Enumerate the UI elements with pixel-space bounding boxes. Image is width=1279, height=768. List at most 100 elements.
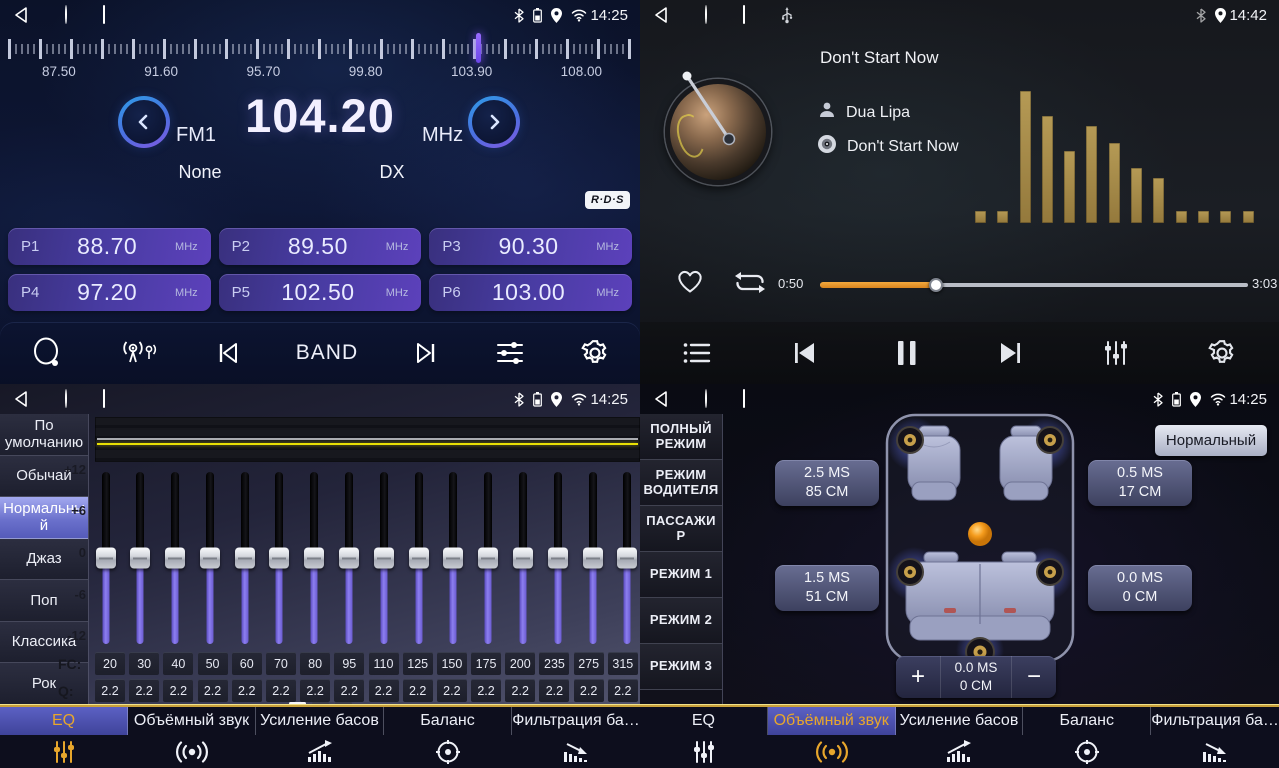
delay-front-right[interactable]: 0.5 MS 17 CM <box>1088 460 1192 506</box>
eq-band-slider[interactable] <box>547 472 568 644</box>
tab-label-filter[interactable]: Фильтрация ба… <box>1151 707 1279 735</box>
favorite-icon[interactable] <box>675 268 705 300</box>
slider-thumb[interactable] <box>409 548 429 569</box>
eq-band-slider[interactable] <box>130 472 151 644</box>
tab-label-surround[interactable]: Объёмный звук <box>128 707 256 735</box>
q-value[interactable]: 2.2 <box>95 679 125 702</box>
fc-value[interactable]: 315 <box>608 652 638 675</box>
home-icon[interactable] <box>65 6 67 24</box>
slider-thumb[interactable] <box>96 548 116 569</box>
tab-label-eq[interactable]: EQ <box>0 707 128 735</box>
tab-filter[interactable]: Фильтрация ба… <box>1151 707 1279 768</box>
slider-thumb[interactable] <box>130 548 150 569</box>
preset-button-p4[interactable]: P497.20MHz <box>8 274 211 311</box>
scan-icon[interactable] <box>30 336 64 370</box>
tab-label-bass-boost[interactable]: Усиление басов <box>896 707 1024 735</box>
playlist-icon[interactable] <box>682 341 712 365</box>
mode-item-1[interactable]: ПОЛНЫЙ РЕЖИМ <box>640 414 722 460</box>
q-value[interactable]: 2.2 <box>300 679 330 702</box>
eq-band-slider[interactable] <box>304 472 325 644</box>
eq-band-slider[interactable] <box>478 472 499 644</box>
tab-label-filter[interactable]: Фильтрация ба… <box>512 707 640 735</box>
q-value[interactable]: 2.2 <box>505 679 535 702</box>
fc-value[interactable]: 40 <box>163 652 193 675</box>
preset-button-p2[interactable]: P289.50MHz <box>219 228 422 265</box>
eq-band-slider[interactable] <box>269 472 290 644</box>
fc-value[interactable]: 125 <box>403 652 433 675</box>
progress-thumb[interactable] <box>929 278 943 292</box>
q-value[interactable]: 2.2 <box>437 679 467 702</box>
tune-up-button[interactable] <box>468 96 520 148</box>
slider-thumb[interactable] <box>513 548 533 569</box>
back-icon[interactable] <box>652 390 669 408</box>
back-icon[interactable] <box>652 6 669 24</box>
tab-balance[interactable]: Баланс <box>384 707 512 768</box>
q-value[interactable]: 2.2 <box>232 679 262 702</box>
surround-icon[interactable] <box>768 735 896 768</box>
delay-rear-right[interactable]: 0.0 MS 0 CM <box>1088 565 1192 611</box>
eq-band-slider[interactable] <box>443 472 464 644</box>
balance-icon[interactable] <box>1023 735 1151 768</box>
delay-rear-left[interactable]: 1.5 MS 51 CM <box>775 565 879 611</box>
tab-bass-boost[interactable]: Усиление басов <box>896 707 1024 768</box>
bass-boost-icon[interactable] <box>896 735 1024 768</box>
eq-band-slider[interactable] <box>234 472 255 644</box>
tuner-scale[interactable] <box>8 36 632 62</box>
eq-band-slider[interactable] <box>95 472 116 644</box>
mode-item-2[interactable]: РЕЖИМ ВОДИТЕЛЯ <box>640 460 722 506</box>
mode-item-4[interactable]: РЕЖИМ 1 <box>640 552 722 598</box>
q-value[interactable]: 2.2 <box>129 679 159 702</box>
slider-thumb[interactable] <box>269 548 289 569</box>
broadcast-icon[interactable] <box>119 338 159 368</box>
settings-gear-icon[interactable] <box>580 338 610 368</box>
bass-boost-icon[interactable] <box>256 735 384 768</box>
surround-icon[interactable] <box>128 735 256 768</box>
preset-button-p3[interactable]: P390.30MHz <box>429 228 632 265</box>
fc-value[interactable]: 50 <box>198 652 228 675</box>
recents-icon[interactable] <box>103 390 105 408</box>
progress-bar[interactable] <box>820 283 1248 287</box>
pause-icon[interactable] <box>895 339 919 367</box>
delay-front-left[interactable]: 2.5 MS 85 CM <box>775 460 879 506</box>
slider-thumb[interactable] <box>617 548 637 569</box>
home-icon[interactable] <box>65 390 67 408</box>
q-value[interactable]: 2.2 <box>369 679 399 702</box>
album-art[interactable] <box>665 79 771 185</box>
tune-down-button[interactable] <box>118 96 170 148</box>
previous-track-icon[interactable] <box>789 340 819 366</box>
q-value[interactable]: 2.2 <box>574 679 604 702</box>
settings-gear-icon[interactable] <box>1207 338 1237 368</box>
slider-thumb[interactable] <box>478 548 498 569</box>
fc-value[interactable]: 110 <box>369 652 399 675</box>
tab-surround[interactable]: Объёмный звук <box>768 707 896 768</box>
home-icon[interactable] <box>705 390 707 408</box>
mode-item-6[interactable]: РЕЖИМ 3 <box>640 644 722 690</box>
fc-value[interactable]: 95 <box>334 652 364 675</box>
tab-balance[interactable]: Баланс <box>1023 707 1151 768</box>
mode-item-5[interactable]: РЕЖИМ 2 <box>640 598 722 644</box>
fc-value[interactable]: 150 <box>437 652 467 675</box>
tab-label-surround[interactable]: Объёмный звук <box>768 707 896 735</box>
profile-button[interactable]: Нормальный <box>1155 425 1267 456</box>
eq-band-slider[interactable] <box>617 472 638 644</box>
tab-surround[interactable]: Объёмный звук <box>128 707 256 768</box>
slider-thumb[interactable] <box>339 548 359 569</box>
tab-bass-boost[interactable]: Усиление басов <box>256 707 384 768</box>
tab-eq[interactable]: EQ <box>0 707 128 768</box>
tab-label-eq[interactable]: EQ <box>640 707 768 735</box>
q-value[interactable]: 2.2 <box>608 679 638 702</box>
eq-band-slider[interactable] <box>373 472 394 644</box>
tab-label-balance[interactable]: Баланс <box>1023 707 1151 735</box>
q-value[interactable]: 2.2 <box>539 679 569 702</box>
eq-band-slider[interactable] <box>165 472 186 644</box>
fc-value[interactable]: 275 <box>574 652 604 675</box>
slider-thumb[interactable] <box>548 548 568 569</box>
recents-icon[interactable] <box>743 390 745 408</box>
preset-button-p1[interactable]: P188.70MHz <box>8 228 211 265</box>
eq-band-slider[interactable] <box>513 472 534 644</box>
q-value[interactable]: 2.2 <box>266 679 296 702</box>
increase-button[interactable]: + <box>896 656 940 698</box>
slider-thumb[interactable] <box>165 548 185 569</box>
q-value[interactable]: 2.2 <box>334 679 364 702</box>
back-icon[interactable] <box>12 390 29 408</box>
